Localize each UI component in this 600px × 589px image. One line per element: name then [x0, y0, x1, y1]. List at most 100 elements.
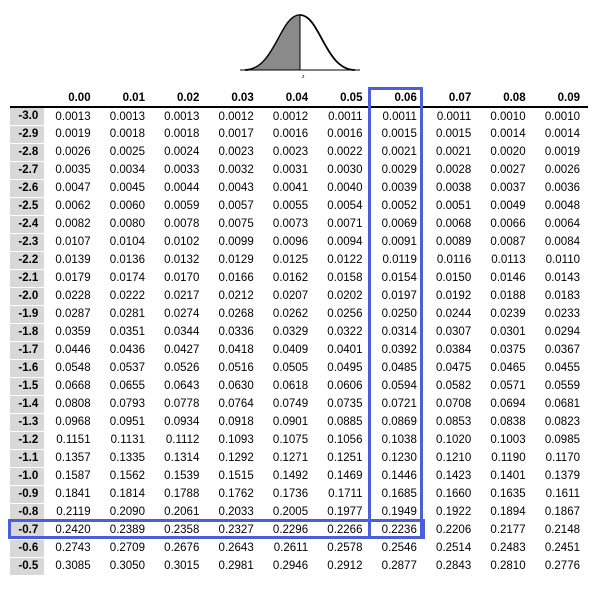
- table-cell: 0.2810: [479, 557, 533, 575]
- table-cell: 0.0089: [425, 233, 479, 251]
- table-cell: 0.0075: [207, 215, 261, 233]
- table-cell: 0.1003: [479, 431, 533, 449]
- col-header: 0.00: [44, 89, 98, 107]
- table-cell: 0.0166: [207, 269, 261, 287]
- table-cell: 0.0014: [479, 125, 533, 143]
- col-header: 0.05: [316, 89, 370, 107]
- table-row: -1.50.06680.06550.06430.06300.06180.0606…: [10, 377, 588, 395]
- table-cell: 0.0028: [425, 161, 479, 179]
- table-cell: 0.0268: [207, 305, 261, 323]
- table-cell: 0.0548: [44, 359, 98, 377]
- row-header: -2.4: [10, 215, 44, 233]
- table-cell: 0.0516: [207, 359, 261, 377]
- table-row: -0.90.18410.18140.17880.17620.17360.1711…: [10, 485, 588, 503]
- table-cell: 0.1251: [316, 449, 370, 467]
- table-cell: 0.0409: [262, 341, 316, 359]
- table-cell: 0.2177: [479, 521, 533, 539]
- table-cell: 0.1894: [479, 503, 533, 521]
- table-cell: 0.0099: [207, 233, 261, 251]
- table-row: -1.60.05480.05370.05260.05160.05050.0495…: [10, 359, 588, 377]
- table-cell: 0.0281: [99, 305, 153, 323]
- table-cell: 0.0019: [44, 125, 98, 143]
- table-cell: 0.1515: [207, 467, 261, 485]
- table-cell: 0.0256: [316, 305, 370, 323]
- table-cell: 0.0401: [316, 341, 370, 359]
- table-row: -1.30.09680.09510.09340.09180.09010.0885…: [10, 413, 588, 431]
- table-cell: 0.2236: [370, 521, 424, 539]
- table-cell: 0.0485: [370, 359, 424, 377]
- col-header: 0.07: [425, 89, 479, 107]
- table-cell: 0.2912: [316, 557, 370, 575]
- row-header: -2.6: [10, 179, 44, 197]
- row-header: -1.9: [10, 305, 44, 323]
- table-cell: 0.0228: [44, 287, 98, 305]
- table-cell: 0.0030: [316, 161, 370, 179]
- col-header: 0.03: [207, 89, 261, 107]
- table-cell: 0.0250: [370, 305, 424, 323]
- table-cell: 0.0020: [479, 143, 533, 161]
- table-cell: 0.0043: [207, 179, 261, 197]
- table-cell: 0.2877: [370, 557, 424, 575]
- table-cell: 0.1587: [44, 467, 98, 485]
- table-cell: 0.0559: [534, 377, 588, 395]
- table-cell: 0.0116: [425, 251, 479, 269]
- row-header: -1.1: [10, 449, 44, 467]
- table-cell: 0.2451: [534, 539, 588, 557]
- table-cell: 0.0016: [316, 125, 370, 143]
- table-cell: 0.0051: [425, 197, 479, 215]
- table-cell: 0.1190: [479, 449, 533, 467]
- row-header: -3.0: [10, 107, 44, 125]
- table-cell: 0.0021: [370, 143, 424, 161]
- table-cell: 0.0025: [99, 143, 153, 161]
- table-cell: 0.0244: [425, 305, 479, 323]
- table-cell: 0.2119: [44, 503, 98, 521]
- table-row: -2.30.01070.01040.01020.00990.00960.0094…: [10, 233, 588, 251]
- table-row: -2.80.00260.00250.00240.00230.00230.0022…: [10, 143, 588, 161]
- row-header: -1.0: [10, 467, 44, 485]
- table-cell: 0.0071: [316, 215, 370, 233]
- table-cell: 0.0455: [534, 359, 588, 377]
- table-cell: 0.0495: [316, 359, 370, 377]
- table-row: -2.10.01790.01740.01700.01660.01620.0158…: [10, 269, 588, 287]
- table-cell: 0.0084: [534, 233, 588, 251]
- table-cell: 0.0262: [262, 305, 316, 323]
- table-cell: 0.0015: [370, 125, 424, 143]
- table-cell: 0.1736: [262, 485, 316, 503]
- table-cell: 0.0096: [262, 233, 316, 251]
- row-header: -2.9: [10, 125, 44, 143]
- table-cell: 0.1492: [262, 467, 316, 485]
- table-cell: 0.0026: [534, 161, 588, 179]
- table-cell: 0.0143: [534, 269, 588, 287]
- table-cell: 0.0606: [316, 377, 370, 395]
- table-cell: 0.2296: [262, 521, 316, 539]
- table-cell: 0.1056: [316, 431, 370, 449]
- table-cell: 0.0023: [207, 143, 261, 161]
- table-cell: 0.2546: [370, 539, 424, 557]
- table-cell: 0.2514: [425, 539, 479, 557]
- table-cell: 0.0188: [479, 287, 533, 305]
- table-cell: 0.0010: [479, 107, 533, 125]
- table-cell: 0.1379: [534, 467, 588, 485]
- table-cell: 0.3085: [44, 557, 98, 575]
- table-cell: 0.0119: [370, 251, 424, 269]
- table-cell: 0.1660: [425, 485, 479, 503]
- table-cell: 0.0031: [262, 161, 316, 179]
- table-row: -2.90.00190.00180.00180.00170.00160.0016…: [10, 125, 588, 143]
- table-cell: 0.0107: [44, 233, 98, 251]
- table-cell: 0.0869: [370, 413, 424, 431]
- table-row: -2.60.00470.00450.00440.00430.00410.0040…: [10, 179, 588, 197]
- row-header: -1.6: [10, 359, 44, 377]
- z-table: 0.000.010.020.030.040.050.060.070.080.09…: [10, 89, 588, 576]
- table-cell: 0.0183: [534, 287, 588, 305]
- table-cell: 0.2946: [262, 557, 316, 575]
- table-cell: 0.1949: [370, 503, 424, 521]
- table-cell: 0.0594: [370, 377, 424, 395]
- table-cell: 0.1562: [99, 467, 153, 485]
- table-cell: 0.0110: [534, 251, 588, 269]
- table-cell: 0.0037: [479, 179, 533, 197]
- table-cell: 0.0080: [99, 215, 153, 233]
- table-cell: 0.0384: [425, 341, 479, 359]
- table-cell: 0.0132: [153, 251, 207, 269]
- row-header: -2.0: [10, 287, 44, 305]
- table-cell: 0.0060: [99, 197, 153, 215]
